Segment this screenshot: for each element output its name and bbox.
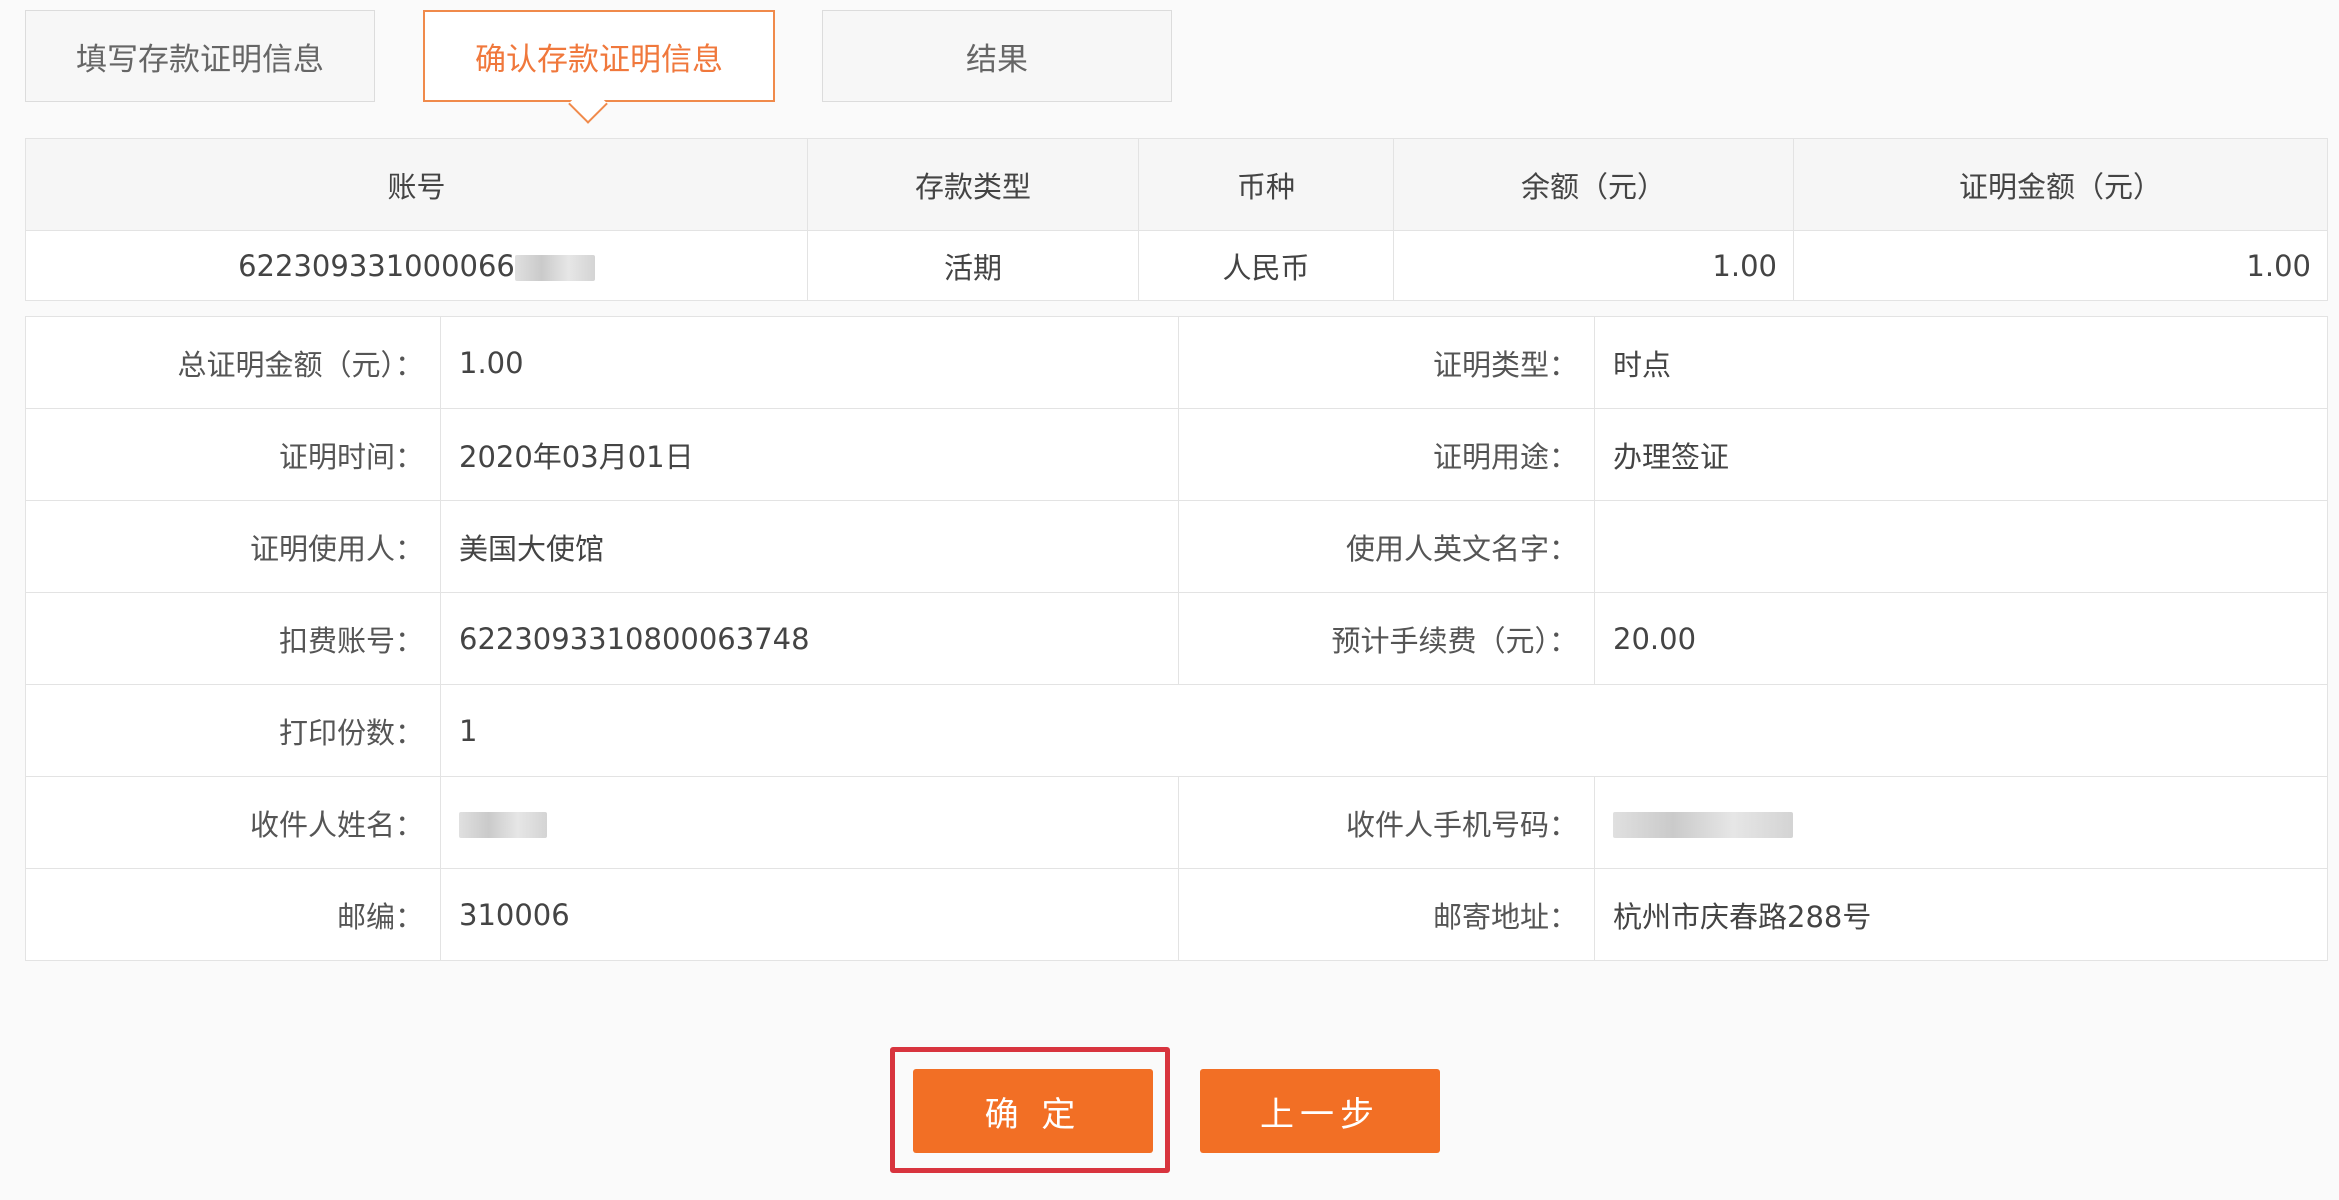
redacted-mask — [459, 811, 547, 838]
print-copies-label: 打印份数： — [25, 684, 441, 777]
cert-purpose-label: 证明用途： — [1178, 408, 1595, 501]
header-certified-amount: 证明金额（元） — [1793, 138, 2328, 231]
account-cell: 622309331000066 — [25, 230, 808, 301]
table-header-row: 账号 存款类型 币种 余额（元） 证明金额（元） — [25, 138, 2328, 231]
postcode-value: 310006 — [440, 868, 1179, 961]
balance-cell: 1.00 — [1393, 230, 1794, 301]
tab-result[interactable]: 结果 — [822, 10, 1172, 102]
table-row: 622309331000066 活期 人民币 1.00 1.00 — [25, 230, 2328, 301]
account-table: 账号 存款类型 币种 余额（元） 证明金额（元） 622309331000066… — [25, 138, 2328, 301]
postcode-label: 邮编： — [25, 868, 441, 961]
recipient-phone-value — [1594, 776, 2328, 869]
recipient-name-label: 收件人姓名： — [25, 776, 441, 869]
cert-type-label: 证明类型： — [1178, 316, 1595, 409]
previous-step-button[interactable]: 上一步 — [1200, 1069, 1440, 1153]
estimated-fee-value: 20.00 — [1594, 592, 2328, 685]
info-row: 打印份数： 1 — [25, 684, 2328, 777]
cert-time-label: 证明时间： — [25, 408, 441, 501]
header-currency: 币种 — [1138, 138, 1394, 231]
certificate-info-table: 总证明金额（元）： 1.00 证明类型： 时点 证明时间： 2020年03月01… — [25, 316, 2328, 961]
user-english-name-label: 使用人英文名字： — [1178, 500, 1595, 593]
info-row: 邮编： 310006 邮寄地址： 杭州市庆春路288号 — [25, 868, 2328, 961]
cert-purpose-value: 办理签证 — [1594, 408, 2328, 501]
cert-user-label: 证明使用人： — [25, 500, 441, 593]
cert-time-value: 2020年03月01日 — [440, 408, 1179, 501]
certified-amount-cell: 1.00 — [1793, 230, 2328, 301]
print-copies-value: 1 — [440, 684, 2328, 777]
info-row: 收件人姓名： 收件人手机号码： — [25, 776, 2328, 869]
deposit-type-cell: 活期 — [807, 230, 1139, 301]
header-balance: 余额（元） — [1393, 138, 1794, 231]
step-tabs: 填写存款证明信息 确认存款证明信息 结果 — [25, 10, 1825, 104]
redacted-mask — [514, 254, 595, 281]
total-amount-label: 总证明金额（元）： — [25, 316, 441, 409]
fee-account-label: 扣费账号： — [25, 592, 441, 685]
account-number: 622309331000066 — [238, 248, 515, 283]
recipient-phone-label: 收件人手机号码： — [1178, 776, 1595, 869]
header-account: 账号 — [25, 138, 808, 231]
total-amount-value: 1.00 — [440, 316, 1179, 409]
currency-cell: 人民币 — [1138, 230, 1394, 301]
tab-fill-info[interactable]: 填写存款证明信息 — [25, 10, 375, 102]
fee-account-value: 6223093310800063748 — [440, 592, 1179, 685]
user-english-name-value — [1594, 500, 2328, 593]
redacted-mask — [1613, 811, 1793, 838]
recipient-name-value — [440, 776, 1179, 869]
tab-confirm-info[interactable]: 确认存款证明信息 — [423, 10, 775, 102]
confirm-button[interactable]: 确 定 — [913, 1069, 1153, 1153]
info-row: 证明时间： 2020年03月01日 证明用途： 办理签证 — [25, 408, 2328, 501]
cert-type-value: 时点 — [1594, 316, 2328, 409]
cert-user-value: 美国大使馆 — [440, 500, 1179, 593]
info-row: 证明使用人： 美国大使馆 使用人英文名字： — [25, 500, 2328, 593]
estimated-fee-label: 预计手续费（元）： — [1178, 592, 1595, 685]
info-row: 扣费账号： 6223093310800063748 预计手续费（元）： 20.0… — [25, 592, 2328, 685]
mailing-address-label: 邮寄地址： — [1178, 868, 1595, 961]
info-row: 总证明金额（元）： 1.00 证明类型： 时点 — [25, 316, 2328, 409]
header-deposit-type: 存款类型 — [807, 138, 1139, 231]
mailing-address-value: 杭州市庆春路288号 — [1594, 868, 2328, 961]
